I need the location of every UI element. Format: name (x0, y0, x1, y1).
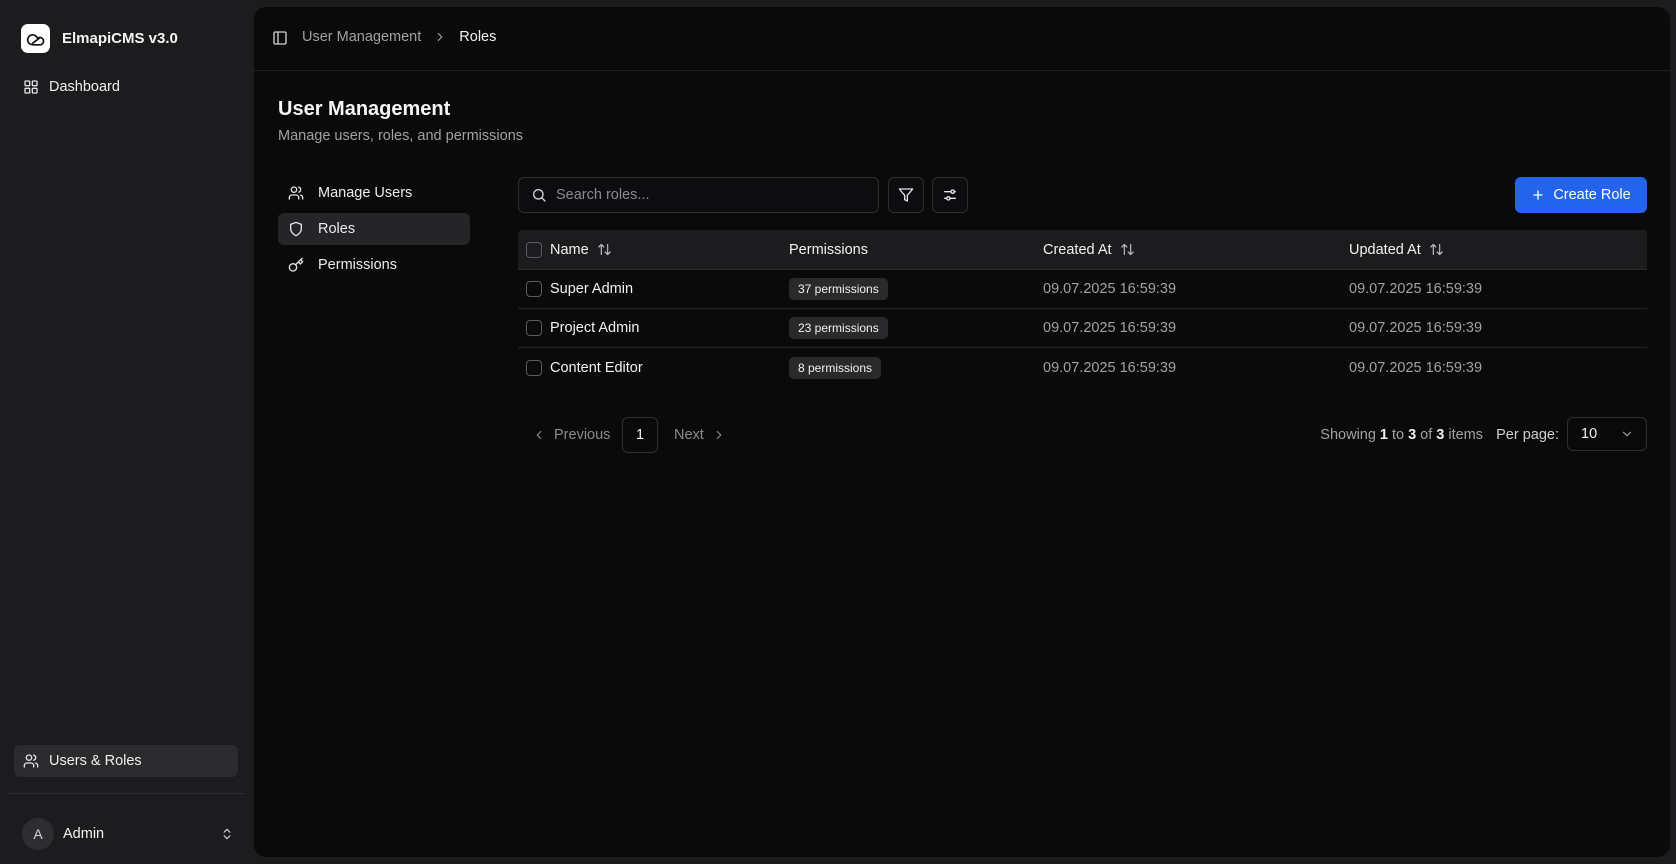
row-checkbox[interactable] (526, 320, 542, 336)
showing-summary: Showing 1 to 3 of 3 items (1320, 417, 1483, 453)
page-number-button[interactable]: 1 (622, 417, 658, 453)
previous-page-button[interactable]: Previous (532, 417, 610, 453)
created-at: 09.07.2025 16:59:39 (1043, 320, 1177, 336)
brand[interactable]: ElmapiCMS v3.0 (21, 24, 178, 53)
select-all-checkbox[interactable] (526, 241, 542, 258)
role-name[interactable]: Project Admin (550, 320, 639, 336)
sort-icon (597, 242, 612, 257)
subnav-item-label: Manage Users (318, 185, 413, 201)
breadcrumb-roles: Roles (459, 29, 497, 45)
table-row[interactable]: Super Admin 37 permissions 09.07.2025 16… (518, 270, 1647, 309)
sort-icon (1120, 242, 1135, 257)
user-menu[interactable]: A Admin (22, 818, 234, 850)
column-settings-button[interactable] (932, 177, 968, 213)
sidebar-item-users-roles[interactable]: Users & Roles (14, 745, 238, 777)
subnav-item-label: Roles (318, 221, 356, 237)
create-role-label: Create Role (1553, 187, 1631, 203)
sliders-icon (942, 187, 958, 203)
main-panel: User Management Roles User Management Ma… (254, 7, 1670, 857)
sidebar: ElmapiCMS v3.0 Dashboard Users & Roles A… (0, 0, 254, 864)
app-name: ElmapiCMS v3.0 (62, 30, 178, 47)
chevrons-up-down-icon (220, 827, 234, 841)
next-page-button[interactable]: Next (674, 417, 726, 453)
table-header: Name Permissions Created At Updated At (518, 230, 1647, 270)
showing-to-word: to (1392, 427, 1405, 443)
per-page-label: Per page: (1496, 427, 1559, 443)
page-number-label: 1 (635, 427, 645, 443)
permissions-badge: 23 permissions (789, 317, 888, 339)
sidebar-divider (7, 793, 245, 794)
sort-name-header[interactable]: Name (550, 242, 612, 258)
sidebar-item-label: Dashboard (49, 79, 120, 95)
breadcrumb: User Management Roles (302, 29, 496, 45)
filter-button[interactable] (888, 177, 924, 213)
per-page-select[interactable]: 10 (1567, 417, 1647, 451)
subnav-item-label: Permissions (318, 257, 397, 273)
chevron-down-icon (1620, 427, 1634, 441)
role-name[interactable]: Content Editor (550, 360, 643, 376)
created-at: 09.07.2025 16:59:39 (1043, 281, 1177, 297)
grid-icon (23, 79, 39, 95)
create-role-button[interactable]: Create Role (1515, 177, 1647, 213)
subnav-item-roles[interactable]: Roles (278, 213, 470, 245)
header-updated: Updated At (1349, 241, 1421, 258)
search-box (518, 177, 879, 213)
sort-created-header[interactable]: Created At (1043, 242, 1135, 258)
roles-content: Create Role Name Permissions (518, 177, 1647, 453)
user-name: Admin (63, 826, 105, 842)
roles-table: Name Permissions Created At Updated At S… (518, 230, 1647, 387)
sidebar-toggle-icon[interactable] (272, 30, 288, 46)
page-subtitle: Manage users, roles, and permissions (278, 128, 524, 144)
showing-items-word: items (1448, 427, 1483, 443)
breadcrumb-user-management[interactable]: User Management (302, 29, 421, 45)
users-icon (23, 753, 39, 769)
permissions-header: Permissions (789, 242, 868, 258)
subnav-item-manage-users[interactable]: Manage Users (278, 177, 470, 209)
table-row[interactable]: Content Editor 8 permissions 09.07.2025 … (518, 348, 1647, 387)
sidebar-item-label: Users & Roles (49, 753, 142, 769)
chevron-right-icon (712, 428, 726, 442)
updated-at: 09.07.2025 16:59:39 (1349, 359, 1483, 376)
sort-updated-header[interactable]: Updated At (1349, 242, 1444, 258)
row-checkbox[interactable] (526, 281, 542, 297)
role-name[interactable]: Super Admin (550, 281, 633, 297)
chevron-right-icon (433, 30, 447, 44)
top-bar: User Management Roles (254, 7, 1670, 71)
search-input[interactable] (556, 187, 856, 203)
sub-nav: Manage Users Roles Permissions (278, 177, 470, 285)
header-name: Name (550, 241, 589, 258)
chevron-left-icon (532, 428, 546, 442)
sort-icon (1429, 242, 1444, 257)
header-permissions: Permissions (789, 241, 868, 258)
subnav-item-permissions[interactable]: Permissions (278, 249, 470, 281)
key-icon (288, 257, 304, 273)
search-icon (531, 187, 547, 203)
permissions-badge: 37 permissions (789, 278, 888, 300)
table-row[interactable]: Project Admin 23 permissions 09.07.2025 … (518, 309, 1647, 348)
next-label: Next (674, 427, 704, 443)
showing-from: 1 (1379, 427, 1388, 443)
users-icon (288, 185, 304, 201)
permissions-badge: 8 permissions (789, 356, 882, 379)
showing-total: 3 (1436, 427, 1445, 443)
toolbar: Create Role (518, 177, 1647, 213)
filter-icon (898, 187, 914, 203)
showing-of-word: of (1420, 427, 1433, 443)
sidebar-item-dashboard[interactable]: Dashboard (14, 71, 238, 103)
header-created: Created At (1043, 241, 1112, 258)
plus-icon (1531, 188, 1545, 202)
per-page-value: 10 (1581, 426, 1598, 442)
showing-to: 3 (1408, 427, 1417, 443)
showing-prefix: Showing (1320, 427, 1376, 443)
page-title: User Management (278, 98, 451, 120)
avatar: A (22, 818, 54, 850)
pagination: Previous 1 Next Showing 1 to 3 of 3 item… (518, 417, 1647, 453)
updated-at: 09.07.2025 16:59:39 (1349, 320, 1483, 336)
updated-at: 09.07.2025 16:59:39 (1349, 281, 1483, 297)
cloud-logo-icon (21, 24, 50, 53)
previous-label: Previous (554, 427, 611, 443)
shield-icon (288, 221, 304, 237)
row-checkbox[interactable] (526, 359, 542, 376)
created-at: 09.07.2025 16:59:39 (1043, 359, 1177, 376)
